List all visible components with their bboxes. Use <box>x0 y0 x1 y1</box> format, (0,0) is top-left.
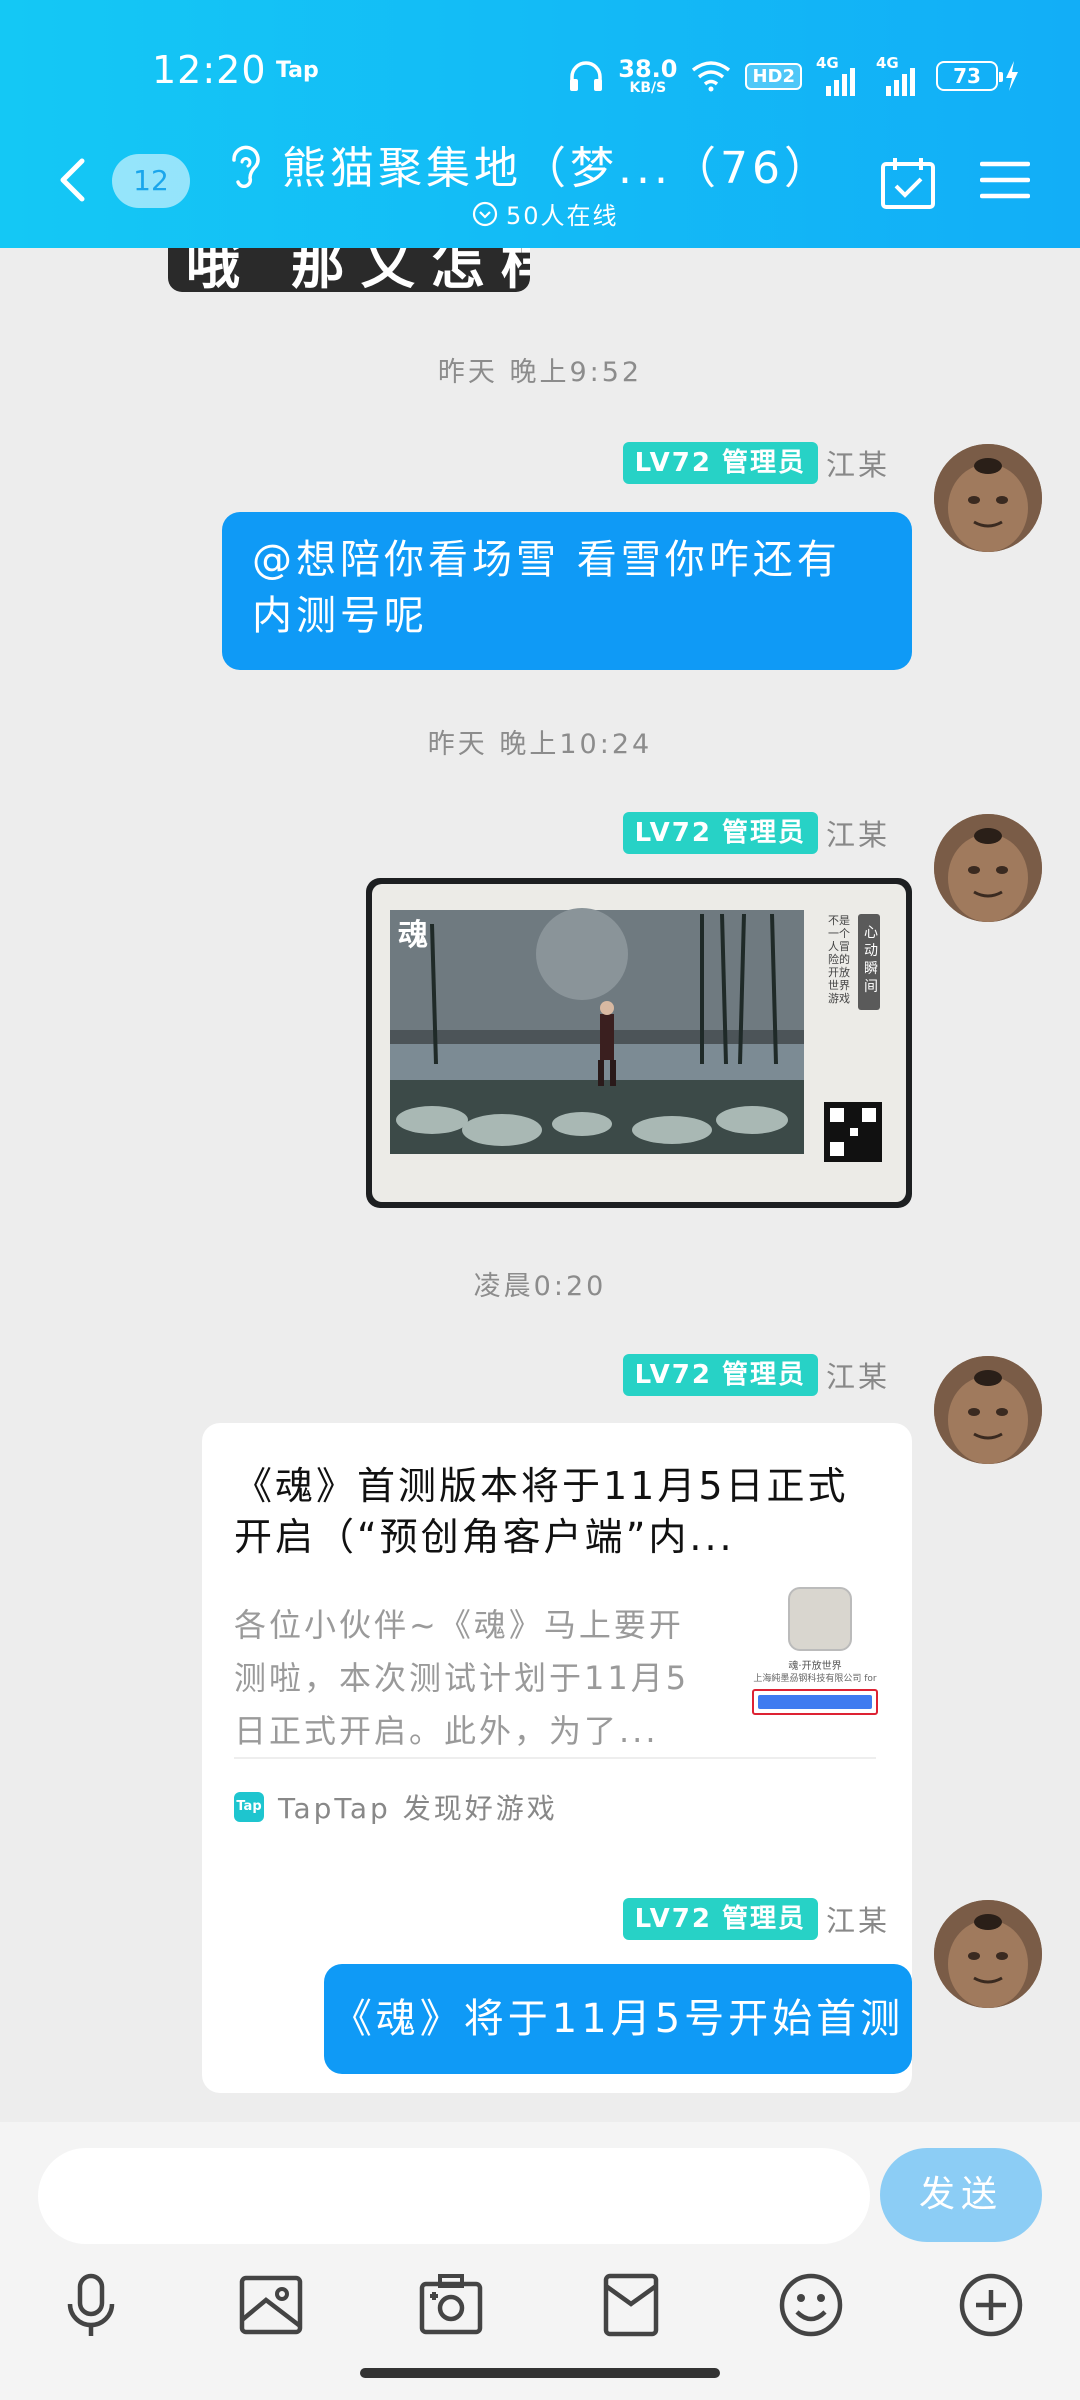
menu-icon[interactable] <box>980 160 1030 200</box>
level-badge: LV72 管理员 <box>622 442 818 484</box>
online-count: 50人在线 <box>506 202 619 230</box>
level-text: LV72 <box>634 1904 712 1934</box>
plus-icon[interactable] <box>956 2270 1026 2340</box>
image-vertical-caption: 心动瞬间 <box>864 925 878 995</box>
image-side-text: 不是一个人冒险的开放世界游戏 <box>828 914 850 1005</box>
message-input[interactable] <box>38 2148 870 2244</box>
thumb-line-2: 上海純墨刕钢科技有限公司 for <box>753 1674 877 1684</box>
sender-name: 江某 <box>825 1360 890 1394</box>
message-bubble[interactable]: @想陪你看场雪 看雪你咋还有 内测号呢 <box>222 512 912 670</box>
role-text: 管理员 <box>721 1904 806 1934</box>
image-gallery-icon[interactable] <box>236 2270 306 2340</box>
status-indicators: 38.0 KB/S HD2 4G 4G 73 <box>568 48 1020 104</box>
message-bubble[interactable]: 《魂》将于11月5号开始首测 <box>324 1964 912 2074</box>
card-description: 各位小伙伴~《魂》马上要开测啦，本次测试计划于11月5日正式开启。此外，为了..… <box>234 1606 690 1750</box>
signal-4g-icon-2: 4G <box>876 54 922 96</box>
avatar[interactable] <box>934 1900 1042 2008</box>
calendar-check-icon[interactable] <box>880 156 936 210</box>
send-button[interactable]: 发送 <box>880 2148 1042 2242</box>
sender-name: 江某 <box>825 818 890 852</box>
image-logo-text: 魂 <box>398 918 428 953</box>
input-toolbar <box>0 2270 1080 2350</box>
battery-indicator: 73 <box>936 61 1020 91</box>
card-thumbnail: 魂·开放世界 上海純墨刕钢科技有限公司 for <box>748 1587 882 1719</box>
level-text: LV72 <box>634 1360 712 1390</box>
emoji-icon[interactable] <box>776 2270 846 2340</box>
role-text: 管理员 <box>721 818 806 848</box>
message-text-line: 内测号呢 <box>252 593 428 639</box>
wifi-icon <box>692 61 731 92</box>
thumb-download-button <box>752 1689 878 1715</box>
network-speed: 38.0 KB/S <box>618 57 677 95</box>
sender-info: LV72 管理员 江某 <box>622 442 890 484</box>
sticker-text: 哦 那又怎样 <box>186 248 530 292</box>
back-arrow-icon[interactable] <box>58 158 86 202</box>
sender-info: LV72 管理员 江某 <box>622 812 890 854</box>
input-panel: 发送 <box>0 2122 1080 2400</box>
sender-name: 江某 <box>825 448 890 482</box>
sender-info: LV72 管理员 江某 <box>622 1898 890 1940</box>
role-text: 管理员 <box>721 1360 806 1390</box>
avatar[interactable] <box>934 1356 1042 1464</box>
ear-icon[interactable] <box>228 144 264 188</box>
level-badge: LV72 管理员 <box>622 1898 818 1940</box>
microphone-icon[interactable] <box>56 2270 126 2340</box>
network-speed-unit: KB/S <box>629 80 667 96</box>
sender-info: LV72 管理员 江某 <box>622 1354 890 1396</box>
image-message[interactable]: 魂 心动瞬间 不是一个人冒险的开放世界游戏 <box>366 878 912 1208</box>
status-bar: 12:20 Tap 38.0 KB/S HD2 4G 4G 73 <box>0 40 1080 104</box>
taptap-logo-icon: Tap <box>234 1792 264 1822</box>
chat-header: 12:20 Tap 38.0 KB/S HD2 4G 4G 73 12 熊猫聚集… <box>0 0 1080 248</box>
home-indicator[interactable] <box>360 2368 720 2378</box>
game-screenshot: 魂 心动瞬间 不是一个人冒险的开放世界游戏 <box>372 884 906 1202</box>
message-text-line: @想陪你看场雪 看雪你咋还有 <box>252 537 841 583</box>
charging-icon <box>1006 61 1018 91</box>
sender-name: 江某 <box>825 1904 890 1938</box>
camera-icon[interactable] <box>416 2270 486 2340</box>
chevron-down-circle-icon <box>472 201 498 226</box>
message-text: 《魂》将于11月5号开始首测 <box>331 1996 905 2042</box>
online-status[interactable]: 50人在线 <box>472 196 619 231</box>
card-title: 《魂》首测版本将于11月5日正式开启（“预创角客户端”内... <box>234 1464 849 1559</box>
level-text: LV72 <box>634 448 712 478</box>
card-divider <box>234 1757 876 1759</box>
avatar[interactable] <box>934 814 1042 922</box>
headphones-icon <box>570 61 603 91</box>
level-badge: LV72 管理员 <box>622 1354 818 1396</box>
unread-count-badge[interactable]: 12 <box>112 154 190 208</box>
previous-sticker-image[interactable]: 哦 那又怎样 <box>168 248 530 292</box>
thumb-line-1: 魂·开放世界 <box>788 1661 842 1672</box>
card-source: TapTap 发现好游戏 <box>278 1792 558 1825</box>
timestamp-separator: 昨天 晚上9:52 <box>437 357 643 388</box>
battery-level: 73 <box>953 64 981 88</box>
level-text: LV72 <box>634 818 712 848</box>
network-speed-value: 38.0 <box>618 55 678 83</box>
timestamp-separator: 昨天 晚上10:24 <box>427 729 653 760</box>
taptap-notification-icon: Tap <box>276 58 319 83</box>
avatar[interactable] <box>934 444 1042 552</box>
card-footer: Tap TapTap 发现好游戏 <box>234 1787 558 1827</box>
level-badge: LV72 管理员 <box>622 812 818 854</box>
role-text: 管理员 <box>721 448 806 478</box>
timestamp-separator: 凌晨0:20 <box>473 1271 607 1302</box>
red-packet-icon[interactable] <box>596 2270 666 2340</box>
game-app-icon <box>788 1587 852 1651</box>
hd-voice-badge: HD2 <box>745 62 802 90</box>
group-title[interactable]: 熊猫聚集地（梦...（76） <box>282 132 832 196</box>
status-time: 12:20 <box>152 48 267 92</box>
chat-messages[interactable]: 哦 那又怎样 昨天 晚上9:52 LV72 管理员 江某 @想陪你看场雪 看雪你… <box>0 248 1080 2128</box>
signal-4g-icon: 4G <box>816 54 862 96</box>
